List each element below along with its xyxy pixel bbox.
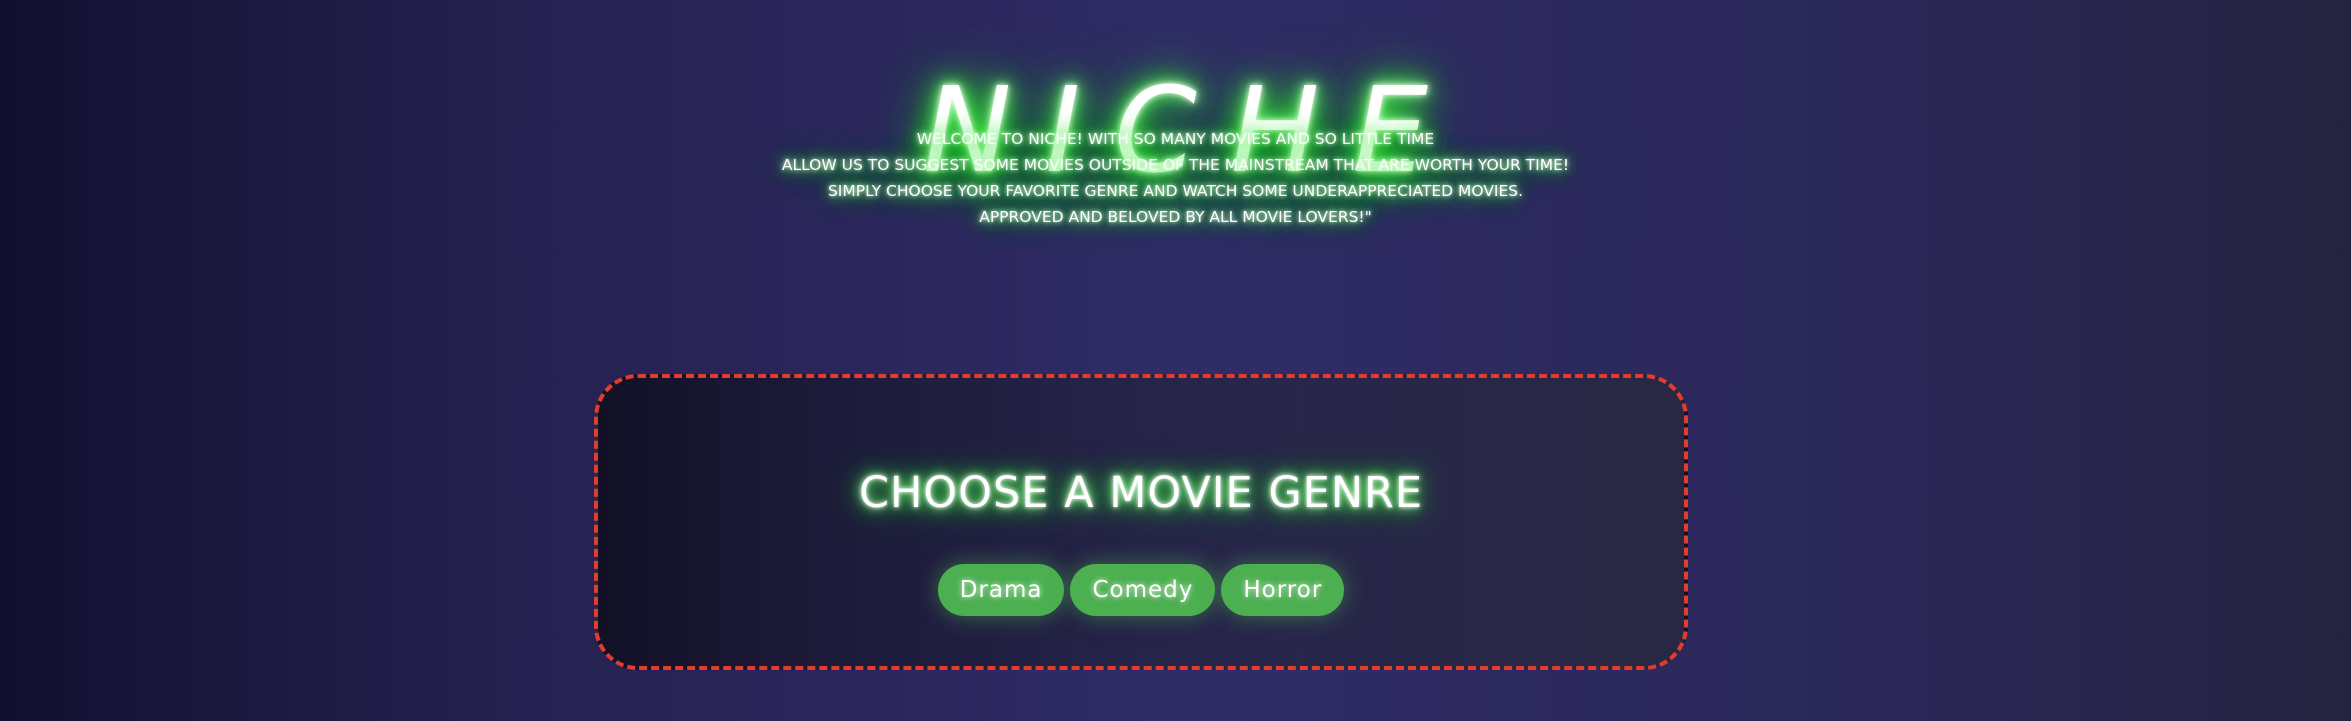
genre-button-group: Drama Comedy Horror (598, 564, 1684, 616)
drama-button[interactable]: Drama (937, 564, 1065, 616)
comedy-button[interactable]: Comedy (1070, 564, 1216, 616)
genre-picker-title: CHOOSE A MOVIE GENRE (858, 468, 1424, 518)
intro-line: APPROVED AND BELOVED BY ALL MOVIE LOVERS… (979, 208, 1372, 226)
intro-line: ALLOW US TO SUGGEST SOME MOVIES OUTSIDE … (781, 156, 1570, 174)
intro-line: SIMPLY CHOOSE YOUR FAVORITE GENRE AND WA… (827, 182, 1524, 200)
horror-button[interactable]: Horror (1221, 564, 1345, 616)
intro-text: WELCOME TO NICHE! WITH SO MANY MOVIES AN… (0, 126, 2351, 230)
intro-line: WELCOME TO NICHE! WITH SO MANY MOVIES AN… (916, 130, 1435, 148)
genre-picker-panel: CHOOSE A MOVIE GENRE Drama Comedy Horror (594, 374, 1688, 670)
